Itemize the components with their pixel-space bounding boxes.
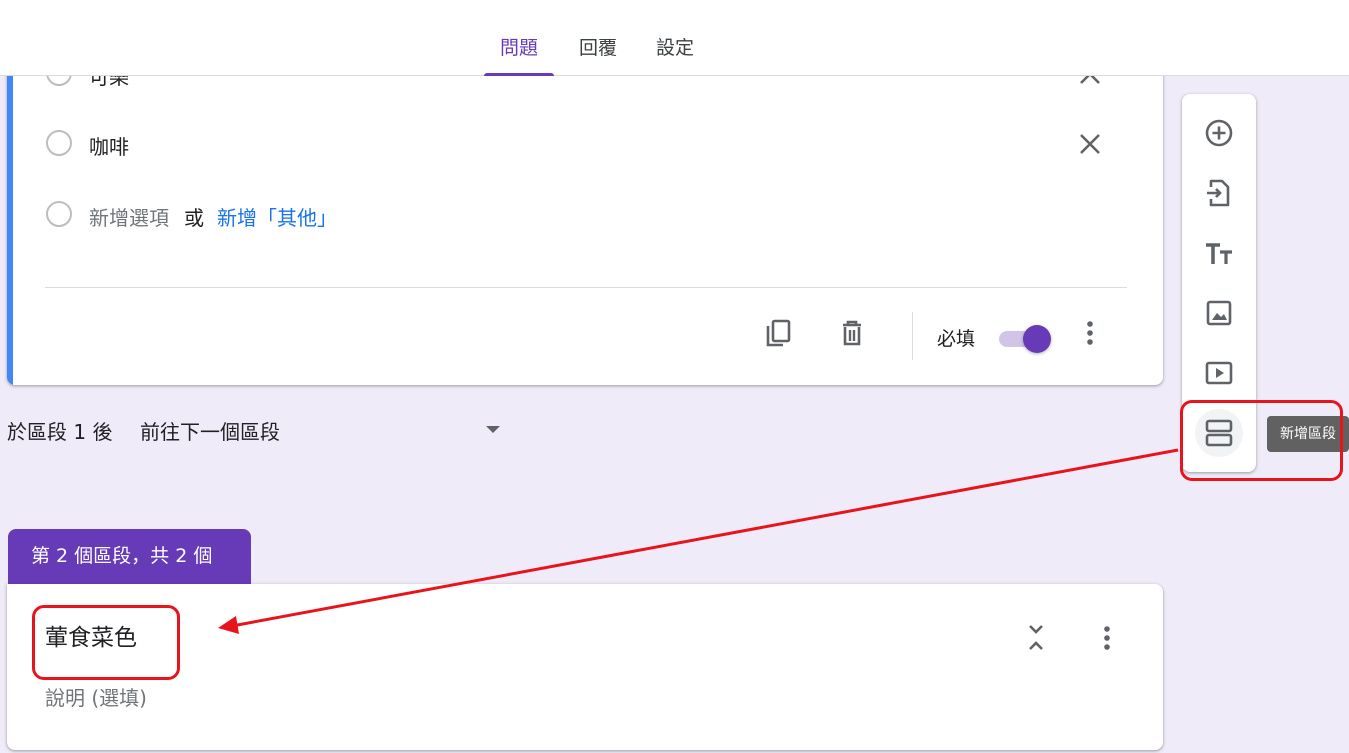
delete-icon[interactable] — [832, 313, 872, 353]
annotation-box-title — [32, 605, 180, 680]
add-question-icon[interactable] — [1195, 109, 1243, 157]
required-label: 必填 — [937, 328, 976, 350]
after-section-label: 於區段 1 後 — [7, 420, 113, 444]
section-count-label: 第 2 個區段，共 2 個 — [31, 545, 213, 567]
tab-settings[interactable]: 設定 — [645, 0, 705, 76]
add-option-field[interactable]: 新增選項 — [89, 202, 169, 231]
dropdown-caret-icon — [486, 426, 500, 433]
after-section-value: 前往下一個區段 — [140, 420, 280, 444]
tab-responses[interactable]: 回覆 — [566, 0, 630, 76]
tab-questions[interactable]: 問題 — [484, 0, 554, 76]
section-card: 葷食菜色 說明 (選填) — [7, 584, 1163, 750]
section-more-icon[interactable] — [1087, 618, 1127, 658]
annotation-box-toolbar — [1180, 400, 1343, 481]
add-other-link[interactable]: 新增「其他」 — [217, 202, 337, 231]
option-radio — [46, 130, 72, 156]
more-options-icon[interactable] — [1070, 313, 1110, 353]
required-toggle[interactable] — [997, 322, 1053, 354]
add-title-icon[interactable] — [1195, 229, 1243, 277]
question-focus-bar — [7, 40, 13, 385]
section-header-tab: 第 2 個區段，共 2 個 — [8, 529, 251, 584]
toggle-knob — [1023, 325, 1051, 353]
duplicate-icon[interactable] — [759, 313, 799, 353]
import-questions-icon[interactable] — [1195, 169, 1243, 217]
option-label[interactable]: 咖啡 — [89, 131, 129, 160]
section-description-input[interactable]: 說明 (選填) — [45, 682, 147, 711]
footer-separator — [912, 312, 913, 360]
after-section-dropdown[interactable]: 前往下一個區段 — [140, 416, 510, 444]
tab-settings-label: 設定 — [655, 37, 694, 59]
tab-responses-label: 回覆 — [578, 37, 617, 59]
or-text: 或 — [184, 206, 204, 230]
active-tab-indicator — [484, 73, 554, 76]
add-image-icon[interactable] — [1195, 289, 1243, 337]
tab-questions-label: 問題 — [499, 37, 538, 59]
top-tab-bar: 問題 回覆 設定 — [0, 0, 1349, 76]
question-card: 可樂 咖啡 新增選項 或 新增「其他」 必填 — [7, 40, 1163, 385]
remove-option-icon[interactable] — [1070, 124, 1110, 164]
collapse-section-icon[interactable] — [1016, 618, 1056, 658]
add-video-icon[interactable] — [1195, 349, 1243, 397]
footer-divider — [45, 287, 1127, 288]
option-radio — [46, 201, 72, 227]
